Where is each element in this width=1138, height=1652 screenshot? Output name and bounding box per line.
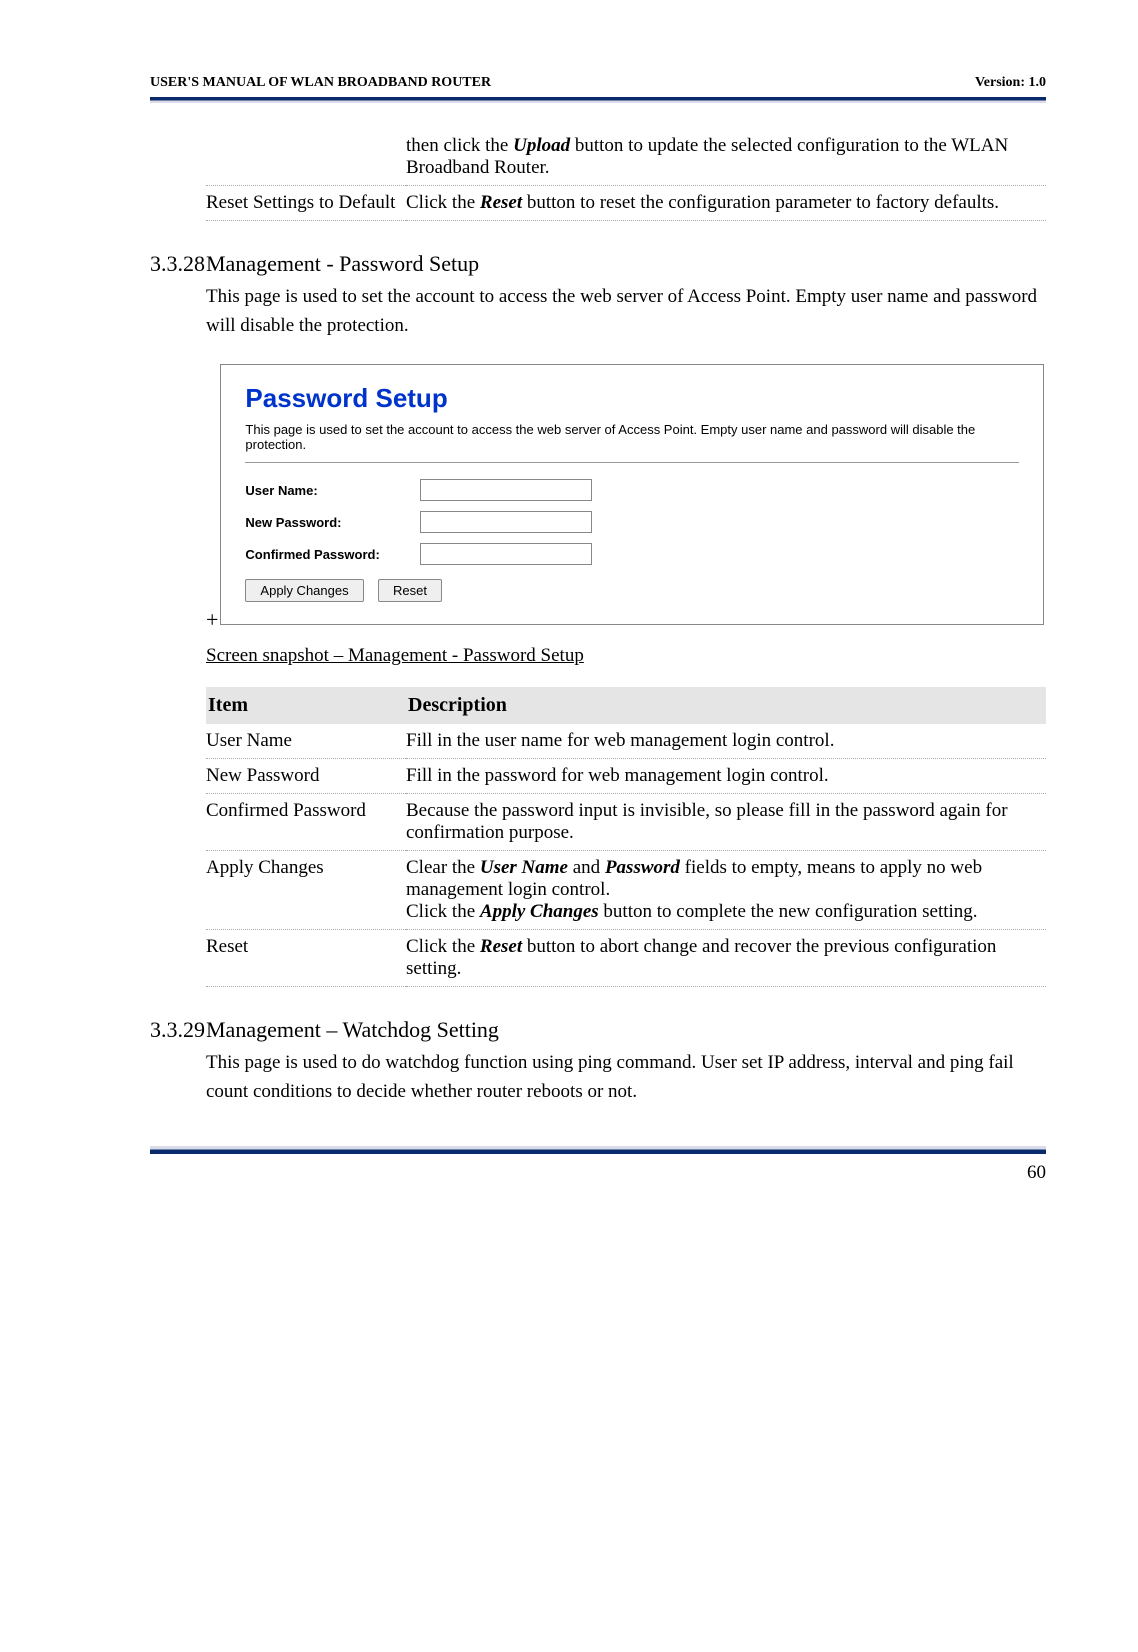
table-row: New Password Fill in the password for we… bbox=[206, 759, 1046, 794]
footer-divider bbox=[150, 1146, 1046, 1154]
screenshot-title: Password Setup bbox=[245, 383, 1019, 414]
embedded-screenshot: Password Setup This page is used to set … bbox=[220, 364, 1044, 625]
config-table-continuation: then click the Upload button to update t… bbox=[206, 129, 1046, 221]
apply-changes-button[interactable]: Apply Changes bbox=[245, 579, 363, 602]
section-heading-password-setup: 3.3.28Management - Password Setup bbox=[150, 251, 1046, 277]
th-description: Description bbox=[406, 687, 1046, 724]
reset-button[interactable]: Reset bbox=[378, 579, 442, 602]
table-row: Apply Changes Clear the User Name and Pa… bbox=[206, 851, 1046, 930]
cell-item-empty bbox=[206, 129, 406, 186]
table-row: Reset Click the Reset button to abort ch… bbox=[206, 930, 1046, 987]
screenshot-description: This page is used to set the account to … bbox=[245, 422, 1019, 463]
section-intro-password: This page is used to set the account to … bbox=[206, 283, 1046, 340]
label-new-password: New Password: bbox=[245, 515, 420, 530]
confirmed-password-input[interactable] bbox=[420, 543, 592, 565]
cell-desc-upload: then click the Upload button to update t… bbox=[406, 129, 1046, 186]
cell-desc-reset-settings: Click the Reset button to reset the conf… bbox=[406, 186, 1046, 221]
plus-marker: + bbox=[206, 607, 218, 633]
section-heading-watchdog: 3.3.29Management – Watchdog Setting bbox=[150, 1017, 1046, 1043]
screenshot-caption: Screen snapshot – Management - Password … bbox=[206, 645, 1046, 667]
user-name-input[interactable] bbox=[420, 479, 592, 501]
page-number: 60 bbox=[150, 1162, 1046, 1184]
header-right: Version: 1.0 bbox=[975, 75, 1046, 91]
header-left: USER'S MANUAL OF WLAN BROADBAND ROUTER bbox=[150, 75, 491, 91]
table-row: Confirmed Password Because the password … bbox=[206, 794, 1046, 851]
new-password-input[interactable] bbox=[420, 511, 592, 533]
label-user-name: User Name: bbox=[245, 483, 420, 498]
th-item: Item bbox=[206, 687, 406, 724]
password-description-table: Item Description User Name Fill in the u… bbox=[206, 687, 1046, 987]
table-row: User Name Fill in the user name for web … bbox=[206, 724, 1046, 759]
label-confirmed-password: Confirmed Password: bbox=[245, 547, 420, 562]
section-intro-watchdog: This page is used to do watchdog functio… bbox=[206, 1049, 1046, 1106]
cell-item-reset-settings: Reset Settings to Default bbox=[206, 186, 406, 221]
header-divider bbox=[150, 97, 1046, 103]
